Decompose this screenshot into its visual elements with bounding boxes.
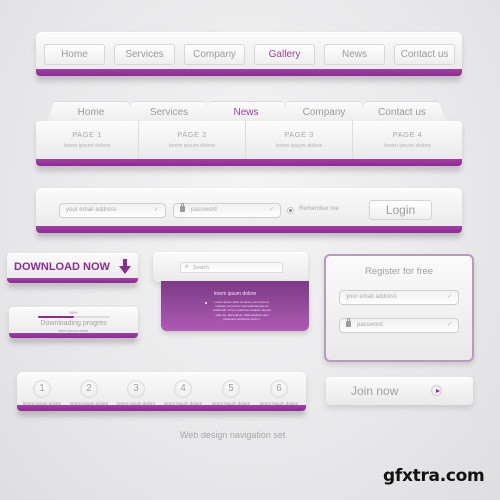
nav-button-services[interactable]: Services xyxy=(114,44,175,65)
email-placeholder: your email address xyxy=(346,294,397,300)
progress-fill xyxy=(38,316,74,318)
page-subtitle: lorem ipsum dolore xyxy=(168,143,216,149)
register-form: Register for free your email address ✓ p… xyxy=(324,254,474,362)
page-title: PAGE 1 xyxy=(72,130,102,139)
lock-icon xyxy=(346,318,351,327)
tab-home[interactable]: Home xyxy=(46,101,136,123)
step-label: lorem ipsum dolore xyxy=(22,401,62,406)
nav-button-home[interactable]: Home xyxy=(44,44,105,65)
nav-button-company[interactable]: Company xyxy=(184,44,245,65)
check-icon: ✓ xyxy=(446,294,452,300)
steps-bar: 1 lorem ipsum dolore 2 lorem ipsum dolore … xyxy=(17,372,306,412)
join-now-label: Join now xyxy=(351,384,399,398)
remember-me-radio[interactable] xyxy=(287,207,294,214)
nav-bar-accent-strip xyxy=(36,69,462,76)
progress-subtitle: lorem ipsum dolore xyxy=(58,329,89,333)
page-subtitle: lorem ipsum dolore xyxy=(384,143,431,149)
check-icon: ✓ xyxy=(153,207,159,213)
step-number: 3 xyxy=(127,380,145,398)
nav-bar-buttons: Home Services Company Gallery News Conta… xyxy=(36,32,462,76)
caption: Web design navigation set xyxy=(180,430,286,440)
email-placeholder: your email address xyxy=(66,207,117,213)
step-label: lorem ipsum dolore xyxy=(116,401,156,406)
step-2[interactable]: 2 lorem ipsum dolore xyxy=(66,380,112,406)
page-link-1[interactable]: PAGE 1 lorem ipsum dolore xyxy=(36,121,139,159)
login-bar: your email address ✓ password ✓ Remember… xyxy=(36,188,462,234)
search-input[interactable]: ⌕ Search xyxy=(180,262,283,273)
step-number: 6 xyxy=(270,380,288,398)
password-placeholder: password xyxy=(191,207,217,213)
register-email-input[interactable]: your email address ✓ xyxy=(339,290,459,305)
tab-news[interactable]: News xyxy=(201,101,291,123)
step-5[interactable]: 5 lorem ipsum dolore xyxy=(208,380,254,406)
step-number: 5 xyxy=(222,380,240,398)
download-now-label: DOWNLOAD NOW xyxy=(14,261,110,273)
check-icon: ✓ xyxy=(268,207,274,213)
progress-accent-strip xyxy=(9,333,138,338)
page-link-4[interactable]: PAGE 4 lorem ipsum dolore xyxy=(353,121,462,159)
lock-icon xyxy=(180,203,185,212)
register-password-input[interactable]: password ✓ xyxy=(339,318,459,333)
login-password-input[interactable]: password ✓ xyxy=(173,203,281,218)
login-email-input[interactable]: your email address ✓ xyxy=(59,203,166,218)
search-dropdown-widget: ⌕ Search lorem ipsum dolore Lorem ipsum … xyxy=(153,252,309,332)
step-label: lorem ipsum dolore xyxy=(69,401,109,406)
page-subtitle: lorem ipsum dolore xyxy=(63,143,111,149)
register-title: Register for free xyxy=(364,266,434,277)
login-bar-accent-strip xyxy=(36,226,462,233)
step-number: 4 xyxy=(174,380,192,398)
play-icon xyxy=(431,385,442,396)
password-placeholder: password xyxy=(357,322,383,328)
nav-button-contact[interactable]: Contact us xyxy=(394,44,455,65)
tab-content-panel: PAGE 1 lorem ipsum dolore PAGE 2 lorem i… xyxy=(36,121,462,161)
search-icon: ⌕ xyxy=(185,264,189,270)
bullet-icon xyxy=(205,302,207,304)
progress-title: Downloading progres xyxy=(40,320,107,327)
nav-button-news[interactable]: News xyxy=(324,44,385,65)
step-label: lorem ipsum dolore xyxy=(211,401,251,406)
tab-contact[interactable]: Contact us xyxy=(357,101,447,123)
download-now-button[interactable]: DOWNLOAD NOW xyxy=(7,253,138,281)
radio-dot-icon xyxy=(289,209,292,212)
step-6[interactable]: 6 lorem ipsum dolore xyxy=(256,380,302,406)
step-3[interactable]: 3 lorem ipsum dolore xyxy=(113,380,159,406)
step-number: 1 xyxy=(33,380,51,398)
page-title: PAGE 2 xyxy=(177,130,207,139)
page-title: PAGE 3 xyxy=(284,130,314,139)
step-label: lorem ipsum dolore xyxy=(259,401,299,406)
login-button[interactable]: Login xyxy=(369,200,432,220)
step-4[interactable]: 4 lorem ipsum dolore xyxy=(160,380,206,406)
join-now-button[interactable]: Join now xyxy=(326,377,473,405)
download-arrow-icon xyxy=(119,259,131,274)
progress-percent-label: 50% xyxy=(69,310,78,315)
download-widget: DOWNLOAD NOW xyxy=(7,253,138,285)
nav-button-gallery[interactable]: Gallery xyxy=(254,44,315,65)
check-icon: ✓ xyxy=(446,322,452,328)
step-1[interactable]: 1 lorem ipsum dolore xyxy=(19,380,65,406)
search-placeholder: Search xyxy=(193,265,209,271)
dropdown-content: lorem ipsum dolore Lorem ipsum dolor sit… xyxy=(161,281,309,331)
page-link-3[interactable]: PAGE 3 lorem ipsum dolore xyxy=(246,121,353,159)
tabbed-nav-accent-strip xyxy=(36,159,462,166)
progress-widget: 50% Downloading progres lorem ipsum dolo… xyxy=(9,307,138,340)
tab-company[interactable]: Company xyxy=(279,101,369,123)
progress-track xyxy=(38,316,110,318)
dropdown-body: Lorem ipsum dolor sit amet, commodo et, … xyxy=(212,300,272,321)
watermark: gfxtra.com xyxy=(383,466,485,486)
page-link-2[interactable]: PAGE 2 lorem ipsum dolore xyxy=(139,121,246,159)
page-subtitle: lorem ipsum dolore xyxy=(275,143,323,149)
step-label: lorem ipsum dolore xyxy=(163,401,203,406)
tabbed-nav: Home Services News Company Contact us PA… xyxy=(36,101,462,167)
page-title: PAGE 4 xyxy=(392,130,423,139)
step-number: 2 xyxy=(80,380,98,398)
dropdown-heading: lorem ipsum dolore xyxy=(213,291,257,297)
tab-services[interactable]: Services xyxy=(124,101,214,123)
remember-me-label: Remember me xyxy=(299,206,339,212)
